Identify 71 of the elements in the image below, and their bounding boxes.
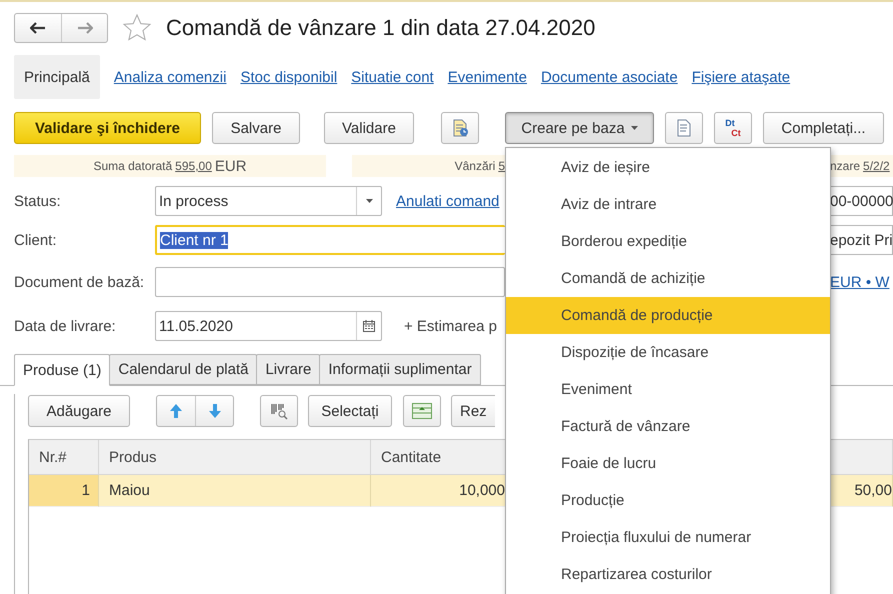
- field-label: Data de livrare:: [14, 318, 117, 334]
- table-icon: [412, 403, 432, 419]
- document-clock-icon: [451, 119, 469, 137]
- section-tab[interactable]: Analiza comenzii: [114, 55, 226, 99]
- menu-item[interactable]: Aviz de intrare: [506, 186, 830, 223]
- tab[interactable]: Informații suplimentar: [319, 354, 481, 385]
- calendar-icon: [363, 320, 375, 332]
- section-tab[interactable]: Stoc disponibil: [240, 55, 338, 99]
- select-button[interactable]: Selectați: [308, 395, 392, 427]
- barcode-button[interactable]: [260, 395, 298, 427]
- column-header: Produs: [99, 440, 371, 475]
- fill-button[interactable]: Completați...: [763, 112, 884, 144]
- menu-item[interactable]: Aviz de ieșire: [506, 149, 830, 186]
- fill-rows-button[interactable]: [403, 395, 441, 427]
- menu-item[interactable]: Proiecția fluxului de numerar: [506, 519, 830, 556]
- menu-item[interactable]: Repartizarea costurilor: [506, 556, 830, 593]
- column-header: [831, 440, 893, 475]
- save-button[interactable]: Salvare: [212, 112, 300, 144]
- document-icon: [675, 119, 693, 137]
- field-label: Client:: [14, 232, 58, 248]
- delivery-date-field[interactable]: 11.05.2020: [155, 311, 382, 341]
- summary-text: Suma datorată 595,00 EUR: [14, 155, 326, 177]
- estimate-text: + Estimarea p: [404, 318, 497, 334]
- menu-item[interactable]: Borderou expediție: [506, 223, 830, 260]
- tab[interactable]: Produse (1): [14, 354, 110, 386]
- journal-entries-button[interactable]: Dt Ct: [714, 112, 752, 144]
- forward-arrow-icon: [76, 22, 92, 34]
- menu-item[interactable]: Factură de vânzare: [506, 408, 830, 445]
- summary-text: nzare 5/2/2: [830, 155, 893, 177]
- field-label: Status:: [14, 192, 62, 210]
- table-cell: 10,000: [371, 475, 506, 507]
- back-arrow-icon: [30, 22, 46, 34]
- star-icon[interactable]: [122, 13, 152, 43]
- down-arrow-icon: [208, 403, 222, 419]
- column-header: Nr.#: [29, 440, 99, 475]
- summary-text: Vânzări 5: [352, 155, 505, 177]
- up-arrow-icon: [169, 403, 183, 419]
- field-label: Document de bază:: [14, 274, 146, 290]
- column-header: Cantitate: [371, 440, 506, 475]
- caret-icon: [630, 126, 638, 130]
- dropdown-caret-icon: [366, 199, 372, 203]
- menu-item[interactable]: Comandă de achiziție: [506, 260, 830, 297]
- barcode-search-icon: [270, 402, 288, 420]
- table-cell: 1: [29, 475, 99, 507]
- add-button[interactable]: Adăugare: [28, 395, 130, 427]
- section-tab[interactable]: Evenimente: [448, 55, 527, 99]
- currency-link[interactable]: EUR • W: [830, 274, 893, 290]
- status-dropdown[interactable]: In process: [155, 186, 382, 216]
- menu-item[interactable]: Producție: [506, 482, 830, 519]
- table-cell: 50,00: [831, 475, 893, 507]
- cancel-order-link[interactable]: Anulati comand: [396, 192, 500, 210]
- table-cell: Maiou: [99, 475, 371, 507]
- menu-item[interactable]: Dispoziție de încasare: [506, 334, 830, 371]
- base-document-field[interactable]: [155, 267, 505, 297]
- create-based-on-dropdown[interactable]: Creare pe baza: [505, 112, 654, 144]
- tab[interactable]: Livrare: [256, 354, 320, 385]
- window-title: Comandă de vânzare 1 din data 27.04.2020: [166, 15, 596, 41]
- client-field[interactable]: Client nr 1: [155, 225, 505, 255]
- print-button[interactable]: [665, 112, 703, 144]
- section-tab[interactable]: Fişiere ataşate: [692, 55, 790, 99]
- section-tab[interactable]: Principală: [14, 55, 100, 99]
- section-tab[interactable]: Documente asociate: [540, 55, 678, 99]
- section-tab[interactable]: Situatie cont: [351, 55, 434, 99]
- post-button[interactable]: Validare: [324, 112, 414, 144]
- menu-item[interactable]: Foaie de lucru: [506, 445, 830, 482]
- report-button[interactable]: [441, 112, 479, 144]
- reserve-button[interactable]: Rez: [451, 395, 495, 427]
- tab[interactable]: Calendarul de plată: [109, 354, 258, 385]
- post-and-close-button[interactable]: Validare şi închidere: [14, 112, 201, 144]
- menu-item[interactable]: Eveniment: [506, 371, 830, 408]
- menu-item[interactable]: Comandă de producție: [506, 297, 830, 334]
